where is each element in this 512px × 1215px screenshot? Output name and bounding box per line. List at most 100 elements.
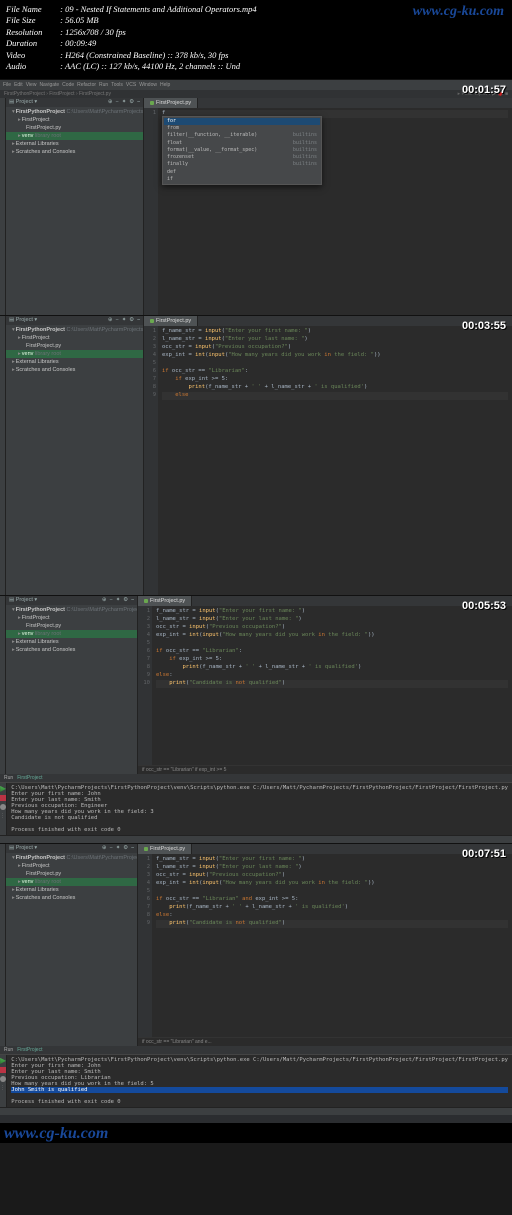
sidebar-tool-icon[interactable]: ⚙ [129,99,134,105]
tree-node[interactable]: ▸venv library root [6,350,143,358]
editor-tab[interactable]: FirstProject.py [144,98,198,108]
tree-node[interactable]: ▸venv library root [6,132,143,140]
completion-item[interactable]: for [164,118,320,125]
tree-node[interactable]: ▸External Libraries [6,358,143,366]
project-sidebar: ▤ Project ▾ ⊕−✦⚙⎯ ▾FirstPythonProject C:… [6,316,144,596]
menu-item[interactable]: View [26,82,37,88]
sidebar-tool-icon[interactable]: ⎯ [131,597,134,603]
sidebar-tool-icon[interactable]: ⊕ [108,317,113,323]
tree-node[interactable]: FirstProject.py [6,622,137,630]
editor-tabbar: FirstProject.py [144,98,512,108]
menu-item[interactable]: Refactor [77,82,96,88]
completion-item[interactable]: floatbuiltins [164,140,320,147]
tree-node[interactable]: ▸Scratches and Consoles [6,646,137,654]
run-panel: ⋮ C:\Users\Matt\PycharmProjects\FirstPyt… [0,782,512,835]
tree-node[interactable]: FirstProject.py [6,342,143,350]
video-timestamp: 00:01:57 [462,84,506,96]
tree-node[interactable]: ▸FirstProject [6,334,143,342]
tree-node[interactable]: ▸External Libraries [6,638,137,646]
sidebar-tool-icon[interactable]: − [115,317,118,323]
editor-status-line: if occ_str == "Librarian" and e... [138,1037,512,1046]
completion-item[interactable]: finallybuiltins [164,161,320,168]
sidebar-tool-icon[interactable]: − [109,845,112,851]
run-settings-icon[interactable] [0,804,6,810]
menu-item[interactable]: Code [62,82,74,88]
sidebar-tool-icon[interactable]: − [109,597,112,603]
menu-item[interactable]: Window [139,82,157,88]
sidebar-tool-icon[interactable]: ✦ [116,845,121,851]
sidebar-tool-icon[interactable]: ⚙ [123,845,128,851]
run-more-icon[interactable]: ⋮ [0,813,6,819]
sidebar-tool-icon[interactable]: ⊕ [108,99,113,105]
completion-item[interactable]: if [164,176,320,183]
editor-status-line: if occ_str == "Librarian" if exp_int >= … [138,765,512,774]
sidebar-tool-icon[interactable]: ⚙ [123,597,128,603]
breadcrumb-path[interactable]: FirstPythonProject › FirstProject › Firs… [4,91,111,97]
ide-screenshot-2: 00:03:55 ▤ Project ▾ ⊕−✦⚙⎯ ▾FirstPythonP… [0,315,512,595]
sidebar-tool-icon[interactable]: ⎯ [137,317,140,323]
editor-tab[interactable]: FirstProject.py [144,316,198,326]
menu-item[interactable]: Run [99,82,108,88]
editor-tab[interactable]: FirstProject.py [138,596,192,606]
sidebar-tool-icon[interactable]: ⎯ [131,845,134,851]
menu-item[interactable]: File [3,82,11,88]
code-source[interactable]: f_name_str = input("Enter your first nam… [158,326,512,596]
menu-item[interactable]: Tools [111,82,123,88]
sidebar-tool-icon[interactable]: ⊕ [102,597,107,603]
code-source[interactable]: f_name_str = input("Enter your first nam… [152,606,512,765]
tree-root[interactable]: ▾FirstPythonProject C:\Users\Matt\Pychar… [6,854,137,862]
main-menu-bar[interactable]: FileEditViewNavigateCodeRefactorRunTools… [0,80,512,90]
tree-node[interactable]: ▸Scratches and Consoles [6,366,143,374]
sidebar-tool-icon[interactable]: ✦ [116,597,121,603]
meta-label-vid: Video [6,50,58,61]
meta-label-name: File Name [6,4,58,15]
completion-item[interactable]: format(__value, __format_spec)builtins [164,147,320,154]
run-stop-icon[interactable] [0,795,6,801]
run-stop-icon[interactable] [0,1067,6,1073]
sidebar-tool-icon[interactable]: ⚙ [129,317,134,323]
sidebar-tool-icon[interactable]: ⎯ [137,99,140,105]
run-output[interactable]: C:\Users\Matt\PycharmProjects\FirstPytho… [7,783,512,835]
tree-root[interactable]: ▾FirstPythonProject C:\Users\Matt\Pychar… [6,326,143,334]
tree-node[interactable]: ▸External Libraries [6,886,137,894]
ide-screenshot-3: 00:05:53 ▤ Project ▾ ⊕−✦⚙⎯ ▾FirstPythonP… [0,595,512,843]
editor-tabbar: FirstProject.py [138,844,512,854]
completion-item[interactable]: filter(__function, __iterable)builtins [164,132,320,139]
run-settings-icon[interactable] [0,1076,6,1082]
menu-item[interactable]: Navigate [39,82,59,88]
sidebar-tool-icon[interactable]: − [115,99,118,105]
tree-node[interactable]: ▸venv library root [6,878,137,886]
code-source[interactable]: fforfromfilter(__function, __iterable)bu… [158,108,512,316]
sidebar-tool-icon[interactable]: ✦ [122,317,127,323]
editor-tab[interactable]: FirstProject.py [138,844,192,854]
sidebar-title: ▤ Project ▾ [9,99,37,105]
menu-item[interactable]: VCS [126,82,136,88]
tree-root[interactable]: ▾FirstPythonProject C:\Users\Matt\Pychar… [6,108,143,116]
run-more-icon[interactable]: ⋮ [0,1085,6,1091]
completion-item[interactable]: def [164,169,320,176]
code-source[interactable]: f_name_str = input("Enter your first nam… [152,854,512,1037]
tree-node[interactable]: ▸FirstProject [6,862,137,870]
tree-node[interactable]: FirstProject.py [6,124,143,132]
tree-root[interactable]: ▾FirstPythonProject C:\Users\Matt\Pychar… [6,606,137,614]
tree-node[interactable]: ▸FirstProject [6,116,143,124]
menu-item[interactable]: Edit [14,82,23,88]
completion-item[interactable]: from [164,125,320,132]
tree-node[interactable]: ▸Scratches and Consoles [6,148,143,156]
run-play-icon[interactable] [0,1058,6,1064]
completion-item[interactable]: frozensetbuiltins [164,154,320,161]
sidebar-tool-icon[interactable]: ⊕ [102,845,107,851]
tree-node[interactable]: ▸Scratches and Consoles [6,894,137,902]
project-tree: ▾FirstPythonProject C:\Users\Matt\Pychar… [6,605,137,655]
menu-item[interactable]: Help [160,82,170,88]
sidebar-tool-icon[interactable]: ✦ [122,99,127,105]
tree-node[interactable]: ▸External Libraries [6,140,143,148]
tree-node[interactable]: ▸venv library root [6,630,137,638]
tree-node[interactable]: ▸FirstProject [6,614,137,622]
ide-status-bar [0,835,512,843]
sidebar-title: ▤ Project ▾ [9,845,37,851]
run-output[interactable]: C:\Users\Matt\PycharmProjects\FirstPytho… [7,1055,512,1107]
run-play-icon[interactable] [0,786,6,792]
ide-screenshot-4: 00:07:51 ▤ Project ▾ ⊕−✦⚙⎯ ▾FirstPythonP… [0,843,512,1123]
tree-node[interactable]: FirstProject.py [6,870,137,878]
